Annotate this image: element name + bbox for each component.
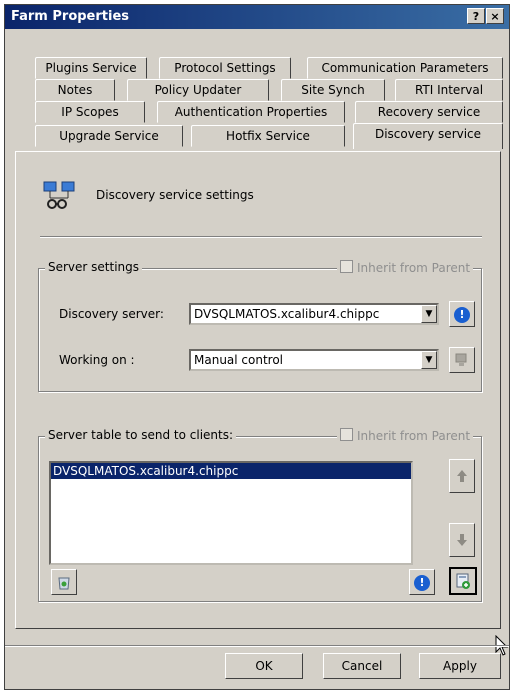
tab-notes[interactable]: Notes	[35, 79, 115, 101]
checkbox-box	[340, 428, 353, 441]
tab-rti-interval[interactable]: RTI Interval	[395, 79, 503, 101]
chevron-down-icon[interactable]: ▼	[421, 351, 437, 369]
inherit-label: Inherit from Parent	[357, 429, 471, 443]
chevron-down-icon[interactable]: ▼	[421, 305, 437, 323]
discovery-server-label: Discovery server:	[59, 307, 164, 321]
move-up-button[interactable]	[449, 459, 475, 493]
remove-server-button[interactable]	[51, 569, 77, 595]
server-settings-inherit-checkbox[interactable]: Inherit from Parent	[337, 260, 474, 275]
working-on-label: Working on :	[59, 353, 135, 367]
discovery-server-value: DVSQLMATOS.xcalibur4.chippc	[194, 307, 380, 321]
list-item[interactable]: DVSQLMATOS.xcalibur4.chippc	[51, 463, 411, 479]
info-icon: !	[454, 307, 470, 323]
farm-properties-dialog: Farm Properties ? × Plugins Service Prot…	[4, 4, 510, 690]
help-button[interactable]: ?	[467, 8, 485, 24]
title-bar: Farm Properties ? ×	[5, 5, 509, 29]
tab-recovery-service[interactable]: Recovery service	[355, 101, 503, 123]
divider	[40, 236, 482, 238]
tab-plugins-service[interactable]: Plugins Service	[35, 57, 147, 79]
server-settings-group: Server settings Inherit from Parent Disc…	[38, 260, 482, 392]
working-on-value: Manual control	[194, 353, 284, 367]
add-server-icon	[456, 573, 470, 589]
tab-upgrade-service[interactable]: Upgrade Service	[35, 125, 183, 147]
close-button[interactable]: ×	[486, 8, 504, 24]
server-table-title: Server table to send to clients:	[45, 428, 237, 442]
discovery-server-combo[interactable]: DVSQLMATOS.xcalibur4.chippc ▼	[189, 303, 439, 325]
server-table-inherit-checkbox[interactable]: Inherit from Parent	[337, 428, 474, 443]
inherit-label: Inherit from Parent	[357, 261, 471, 275]
tab-discovery-service[interactable]: Discovery service	[353, 123, 503, 149]
checkbox-box	[340, 260, 353, 273]
tab-ip-scopes[interactable]: IP Scopes	[35, 101, 145, 123]
arrow-down-icon	[457, 534, 467, 546]
discovery-info-button[interactable]: !	[449, 301, 475, 327]
recycle-bin-icon	[58, 577, 70, 590]
window-title: Farm Properties	[11, 9, 130, 24]
tab-protocol-settings[interactable]: Protocol Settings	[159, 57, 291, 79]
arrow-up-icon	[457, 470, 467, 482]
working-on-action-button[interactable]	[449, 347, 475, 373]
server-settings-title: Server settings	[45, 260, 143, 274]
tab-policy-updater[interactable]: Policy Updater	[127, 79, 269, 101]
apply-button[interactable]: Apply	[419, 653, 501, 679]
section-title: Discovery service settings	[96, 188, 254, 202]
server-table-group: Server table to send to clients: Inherit…	[38, 428, 482, 602]
network-computers-icon	[42, 180, 78, 210]
add-server-button[interactable]	[449, 567, 477, 595]
tab-communication-parameters[interactable]: Communication Parameters	[307, 57, 503, 79]
move-down-button[interactable]	[449, 523, 475, 557]
discovery-service-panel: Discovery service settings Server settin…	[15, 151, 501, 629]
cancel-button[interactable]: Cancel	[323, 653, 401, 679]
server-info-button[interactable]: !	[409, 569, 435, 595]
server-table-list[interactable]: DVSQLMATOS.xcalibur4.chippc	[49, 461, 413, 565]
computer-disabled-icon	[455, 353, 467, 366]
tab-authentication-properties[interactable]: Authentication Properties	[157, 101, 345, 123]
tab-site-synch[interactable]: Site Synch	[281, 79, 385, 101]
ok-button[interactable]: OK	[225, 653, 303, 679]
info-icon: !	[414, 575, 430, 591]
footer-divider	[5, 645, 509, 647]
working-on-combo[interactable]: Manual control ▼	[189, 349, 439, 371]
tab-hotfix-service[interactable]: Hotfix Service	[191, 125, 345, 147]
